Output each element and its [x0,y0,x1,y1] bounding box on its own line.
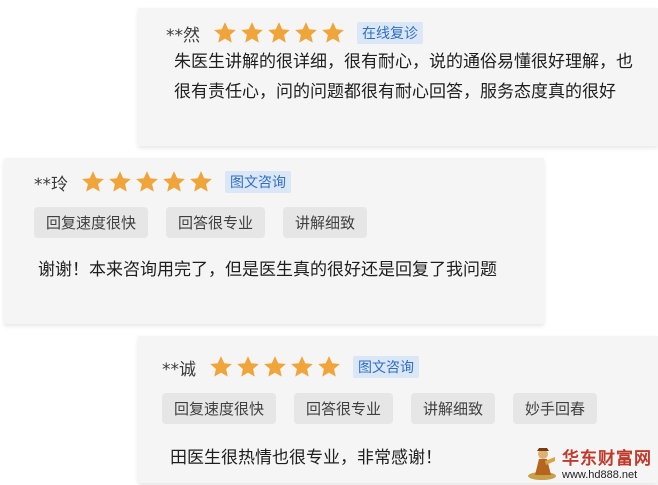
star-icon [161,169,187,195]
consult-type-badge: 图文咨询 [225,171,291,193]
star-rating [80,169,215,195]
star-icon [134,169,160,195]
reviewer-name: **玲 [34,174,68,195]
review-tag: 讲解细致 [283,207,368,238]
review-text: 朱医生讲解的很详细，很有耐心，说的通俗易懂很好理解，也很有责任心，问的问题都很有… [174,52,633,102]
review-text: 谢谢！本来咨询用完了，但是医生真的很好还是回复了我问题 [38,260,497,280]
review-tag: 讲解细致 [411,393,496,424]
star-icon [208,354,234,380]
star-icon [235,354,261,380]
review-tag: 回答很专业 [294,393,394,424]
star-rating [208,354,343,380]
figure-logo-icon [525,445,559,481]
review-header: **玲 图文咨询 [34,169,291,195]
review-tag: 妙手回春 [513,393,598,424]
reviewer-name: **然 [166,25,200,46]
star-icon [289,354,315,380]
review-header: **诚 图文咨询 [162,354,419,380]
watermark-text: 华东财富网 www.hd888.net [562,444,652,481]
star-icon [212,20,238,46]
watermark-brand: 华东财富网 [562,449,652,469]
reviewer-name: **诚 [162,359,196,380]
star-icon [80,169,106,195]
review-tag: 回答很专业 [166,207,266,238]
review-card: **然 在线复诊 朱医生讲解的很详细，很有耐心，说的通俗易懂很好理解，也很有责任… [138,8,658,146]
review-tags: 回复速度很快 回答很专业 讲解细致 妙手回春 [162,393,615,424]
site-watermark: 华东财富网 www.hd888.net [525,444,652,481]
star-rating [212,20,347,46]
consult-type-badge: 图文咨询 [353,356,419,378]
star-icon [262,354,288,380]
review-header: **然 在线复诊 [166,20,423,46]
star-icon [293,20,319,46]
review-tags: 回复速度很快 回答很专业 讲解细致 [34,207,385,238]
consult-type-badge: 在线复诊 [357,22,423,44]
review-card: **玲 图文咨询 回复速度很快 回答很专业 讲解细致 谢谢！本来咨询用完了，但是… [4,158,544,324]
star-icon [107,169,133,195]
watermark-url: www.hd888.net [562,469,638,481]
star-icon [239,20,265,46]
star-icon [320,20,346,46]
review-tag: 回复速度很快 [162,393,277,424]
review-tag: 回复速度很快 [34,207,149,238]
star-icon [266,20,292,46]
star-icon [316,354,342,380]
star-icon [188,169,214,195]
